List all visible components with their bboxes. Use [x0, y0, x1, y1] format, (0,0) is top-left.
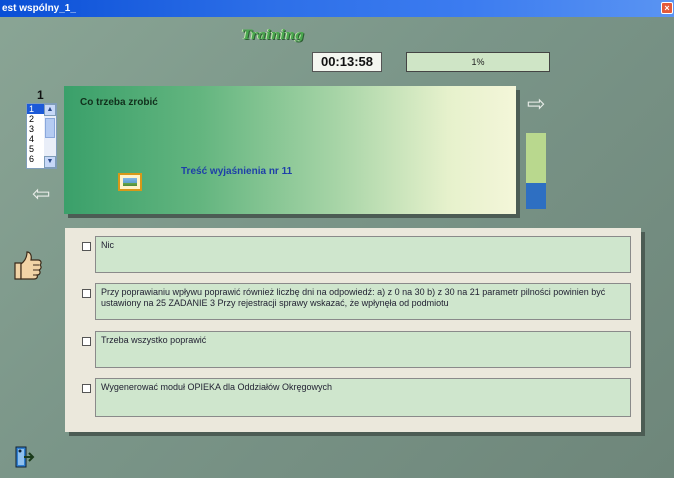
question-list-scrollbar[interactable]: ▲ ▼ [44, 104, 56, 168]
list-item[interactable]: 4 [27, 134, 44, 144]
scroll-down-icon[interactable]: ▼ [44, 156, 56, 168]
window-titlebar: est wspólny_1_ × [0, 0, 674, 17]
explanation-text: Treść wyjaśnienia nr 11 [181, 166, 293, 177]
window-title: est wspólny_1_ [2, 3, 76, 14]
timer: 00:13:58 [312, 52, 382, 72]
question-panel: Co trzeba zrobić Treść wyjaśnienia nr 11 [64, 86, 516, 214]
scroll-thumb[interactable] [45, 118, 55, 138]
answers-panel: Nic Przy poprawianiu wpływu poprawić rów… [65, 228, 641, 432]
exit-door-icon[interactable] [13, 445, 35, 469]
answer-text: Nic [95, 236, 631, 273]
question-number: 1 [37, 88, 44, 102]
left-arrow-icon[interactable]: ⇦ [32, 183, 50, 205]
list-item[interactable]: 3 [27, 124, 44, 134]
answer-checkbox[interactable] [82, 289, 91, 298]
scroll-up-icon[interactable]: ▲ [44, 104, 56, 116]
mode-label: Training [242, 28, 304, 43]
close-icon[interactable]: × [661, 2, 673, 14]
answer-text: Wygenerować moduł OPIEKA dla Oddziałów O… [95, 378, 631, 417]
answer-checkbox[interactable] [82, 242, 91, 251]
right-arrow-icon[interactable]: ⇨ [527, 93, 545, 115]
question-text: Co trzeba zrobić [80, 97, 158, 108]
thumbs-up-icon [14, 251, 42, 280]
list-item[interactable]: 5 [27, 144, 44, 154]
list-item[interactable]: 1 [27, 104, 44, 114]
progress-bar-fill [526, 183, 546, 209]
progress-indicator: 1% [406, 52, 550, 72]
progress-bar-vertical [526, 133, 546, 209]
list-item[interactable]: 6 [27, 154, 44, 164]
answer-text: Trzeba wszystko poprawić [95, 331, 631, 368]
question-list[interactable]: 1 2 3 4 5 6 ▲ ▼ [26, 103, 57, 169]
answer-checkbox[interactable] [82, 384, 91, 393]
answer-text: Przy poprawianiu wpływu poprawić również… [95, 283, 631, 320]
list-item[interactable]: 2 [27, 114, 44, 124]
image-icon[interactable] [118, 173, 142, 191]
answer-checkbox[interactable] [82, 337, 91, 346]
